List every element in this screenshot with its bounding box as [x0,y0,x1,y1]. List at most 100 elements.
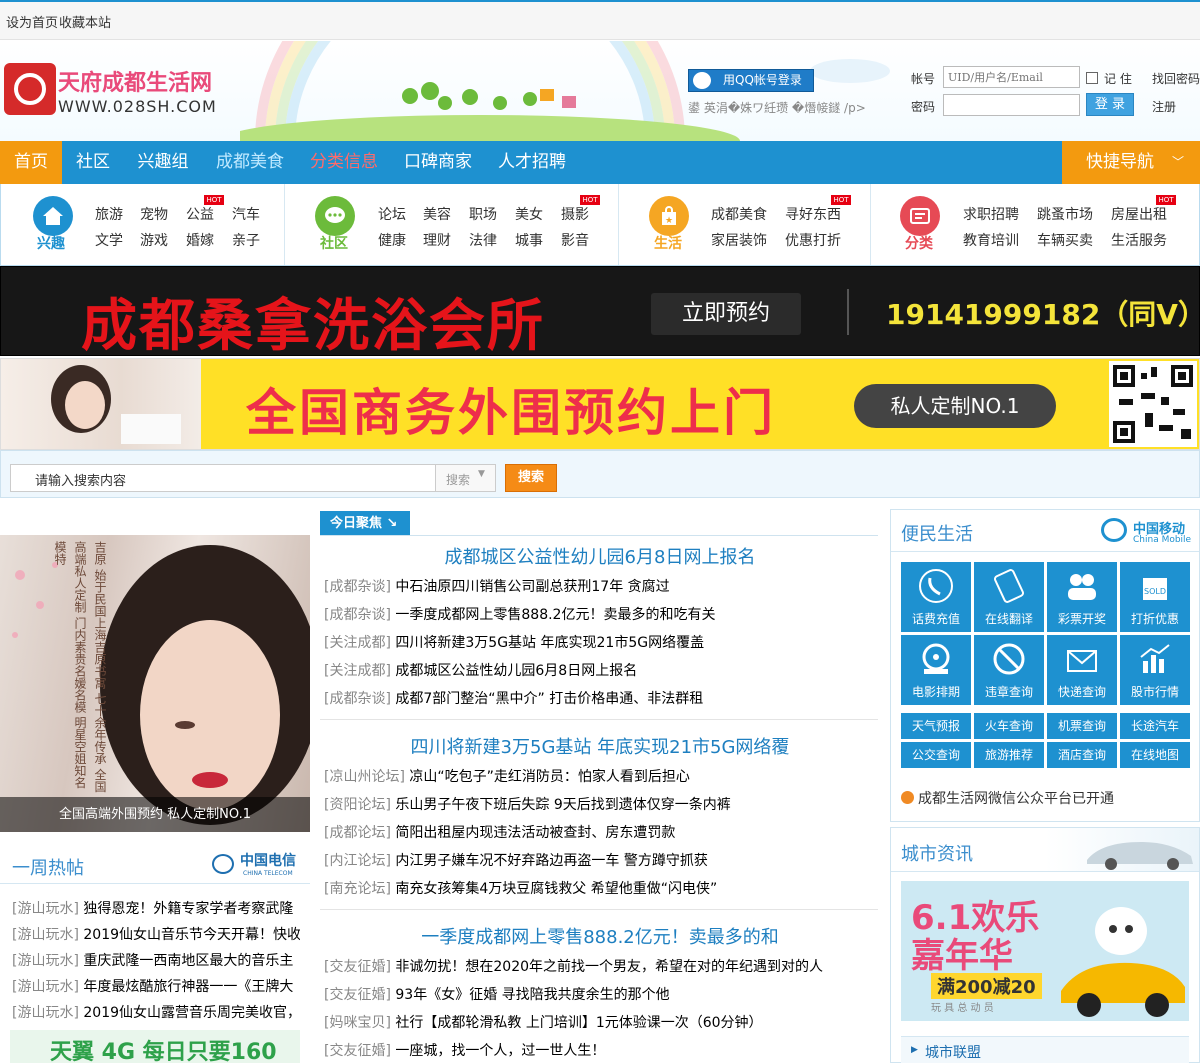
news-row[interactable]: [南充论坛] 南充女孩筹集4万块豆腐钱救父 希望他重做“闪电侠” [324,878,717,898]
category-link[interactable]: 生活服务 [1111,230,1167,250]
password-input[interactable] [943,94,1080,116]
category-link[interactable]: 汽车 [232,204,260,224]
logo-icon[interactable] [4,63,56,115]
news-row[interactable]: [成都论坛] 简阳出租屋内现违法活动被查封、房东遭罚款 [324,822,675,842]
category-link[interactable]: 健康 [378,230,406,250]
account-input[interactable] [943,66,1080,88]
news-tag[interactable]: [资阳论坛] [324,797,391,813]
post-title[interactable]: 独得恩宠！外籍专家学者考察武隆 [83,901,293,917]
news-title[interactable]: 非诚勿扰！想在2020年之前找一个男友，希望在对的年纪遇到对的人 [395,959,823,975]
news-title[interactable]: 社行【成都轮滑私教 上门培训】1元体验课一次（60分钟） [395,1015,762,1031]
left-promo-image[interactable]: 吉原 始于民国上海吉原书寓 七十余年传承 全国高端私人定制 门内素贵名媛名模 明… [0,535,310,832]
news-tag[interactable]: [成都杂谈] [324,691,391,707]
news-tag[interactable]: [交友征婚] [324,1043,391,1059]
wechat-notice-text[interactable]: 成都生活网微信公众平台已开通 [918,791,1114,807]
post-title[interactable]: 2019仙女山音乐节今天开幕！快收 [83,927,300,943]
service-link[interactable]: 公交查询 [901,742,971,768]
bookmark-link[interactable]: 收藏本站 [59,12,111,31]
category-title[interactable]: 生活 [654,233,682,253]
qq-login-button[interactable]: 用QQ帐号登录 [688,69,814,92]
post-title[interactable]: 2019仙女山露营音乐周完美收官， [83,1005,300,1021]
category-link[interactable]: 成都美食 [711,204,767,224]
category-link[interactable]: 教育培训 [963,230,1019,250]
service-link[interactable]: 机票查询 [1047,713,1117,739]
left-promo-caption[interactable]: 全国高端外围预约 私人定制NO.1 [0,797,310,832]
category-link[interactable]: 公益 [186,204,214,224]
news-tag[interactable]: [妈咪宝贝] [324,1015,391,1031]
news-title[interactable]: 中石油原四川销售公司副总获刑17年 贪腐过 [395,579,669,595]
city-league-link[interactable]: ▶ 城市联盟 [901,1036,1189,1063]
news-row[interactable]: [成都杂谈] 成都7部门整治“黑中介” 打击价格串通、非法群租 [324,688,703,708]
service-link[interactable]: 酒店查询 [1047,742,1117,768]
news-row[interactable]: [资阳论坛] 乐山男子午夜下班后失踪 9天后找到遗体仅穿一条内裤 [324,794,731,814]
post-tag[interactable]: [游山玩水] [12,953,79,969]
news-title[interactable]: 内江男子嫌车况不好弃路边再盗一车 警方蹲守抓获 [395,853,707,869]
business-banner-ad[interactable]: 全国商务外围预约上门 私人定制NO.1 [0,358,1200,450]
search-scope-select[interactable]: 搜索 ▼ [436,464,496,492]
category-link[interactable]: 影音 [561,230,589,250]
service-lottery[interactable]: 彩票开奖 [1047,562,1117,632]
focus-headline[interactable]: 四川将新建3万5G基站 年底实现21市5G网络覆 [320,733,880,759]
post-tag[interactable]: [游山玩水] [12,927,79,943]
service-link[interactable]: 旅游推荐 [974,742,1044,768]
service-violation[interactable]: 违章查询 [974,635,1044,705]
nav-community[interactable]: 社区 [62,141,124,184]
news-tag[interactable]: [内江论坛] [324,853,391,869]
hot-post-row[interactable]: [游山玩水] 独得恩宠！外籍专家学者考察武隆 [12,898,300,918]
news-row[interactable]: [成都杂谈] 一季度成都网上零售888.2亿元！卖最多的和吃有关 [324,604,715,624]
forgot-password-link[interactable]: 找回密码 [1152,70,1200,87]
news-title[interactable]: 简阳出租屋内现违法活动被查封、房东遭罚款 [395,825,675,841]
nav-food[interactable]: 成都美食 [202,141,298,184]
news-title[interactable]: 乐山男子午夜下班后失踪 9天后找到遗体仅穿一条内裤 [395,797,730,813]
news-title[interactable]: 一季度成都网上零售888.2亿元！卖最多的和吃有关 [395,607,715,623]
service-recharge[interactable]: 话费充值 [901,562,971,632]
category-title[interactable]: 兴趣 [37,233,65,253]
telecom-bottom-ad[interactable]: 天翼 4G 每日只要160 [10,1030,300,1063]
news-row[interactable]: [交友征婚] 93年《女》征婚 寻找陪我共度余生的那个他 [324,984,670,1004]
news-row[interactable]: [成都杂谈] 中石油原四川销售公司副总获刑17年 贪腐过 [324,576,670,596]
search-button[interactable]: 搜索 [505,464,557,492]
nav-interest[interactable]: 兴趣组 [124,141,202,184]
category-link[interactable]: 游戏 [140,230,168,250]
today-focus-tab[interactable]: 今日聚焦 ↘ [320,511,410,536]
category-link[interactable]: 城事 [515,230,543,250]
nav-home[interactable]: 首页 [0,141,62,184]
set-home-link[interactable]: 设为首页 [6,12,58,31]
sauna-banner-ad[interactable]: 成都桑拿洗浴会所 立即预约 19141999182（同V） [0,266,1200,359]
news-tag[interactable]: [交友征婚] [324,959,391,975]
service-link[interactable]: 火车查询 [974,713,1044,739]
wechat-notice[interactable]: 成都生活网微信公众平台已开通 [901,788,1114,808]
news-row[interactable]: [凉山州论坛] 凉山“吃包子”走红消防员：怕家人看到后担心 [324,766,690,786]
news-row[interactable]: [关注成都] 四川将新建3万5G基站 年底实现21市5G网络覆盖 [324,632,704,652]
news-row[interactable]: [交友征婚] 一座城，找一个人，过一世人生！ [324,1040,605,1060]
category-link[interactable]: 美容 [423,204,451,224]
news-title[interactable]: 凉山“吃包子”走红消防员：怕家人看到后担心 [409,769,690,785]
category-title[interactable]: 社区 [320,233,348,253]
category-link[interactable]: 摄影 [561,204,589,224]
category-link[interactable]: 房屋出租 [1111,204,1167,224]
news-title[interactable]: 93年《女》征婚 寻找陪我共度余生的那个他 [395,987,669,1003]
news-tag[interactable]: [成都杂谈] [324,607,391,623]
category-link[interactable]: 论坛 [378,204,406,224]
category-link[interactable]: 职场 [469,204,497,224]
hot-post-row[interactable]: [游山玩水] 2019仙女山露营音乐周完美收官， [12,1002,300,1022]
service-express[interactable]: 快递查询 [1047,635,1117,705]
nav-jobs[interactable]: 人才招聘 [486,141,578,184]
news-tag[interactable]: [关注成都] [324,635,391,651]
news-tag[interactable]: [关注成都] [324,663,391,679]
post-title[interactable]: 年度最炫酷旅行神器一一《王牌大 [83,979,293,995]
news-row[interactable]: [内江论坛] 内江男子嫌车况不好弃路边再盗一车 警方蹲守抓获 [324,850,708,870]
category-link[interactable]: 宠物 [140,204,168,224]
hot-post-row[interactable]: [游山玩水] 2019仙女山音乐节今天开幕！快收 [12,924,300,944]
service-stocks[interactable]: 股市行情 [1120,635,1190,705]
category-link[interactable]: 求职招聘 [963,204,1019,224]
news-title[interactable]: 一座城，找一个人，过一世人生！ [395,1043,605,1059]
news-tag[interactable]: [南充论坛] [324,881,391,897]
news-tag[interactable]: [成都杂谈] [324,579,391,595]
service-link[interactable]: 长途汽车 [1120,713,1190,739]
news-tag[interactable]: [成都论坛] [324,825,391,841]
category-link[interactable]: 理财 [423,230,451,250]
children-day-promo[interactable]: 6.1欢乐嘉年华 满200减20 玩 具 总 动 员 [901,881,1189,1021]
banner1-book-button[interactable]: 立即预约 [651,293,801,335]
quick-nav-button[interactable]: 快捷导航 ﹀ [1062,141,1200,184]
